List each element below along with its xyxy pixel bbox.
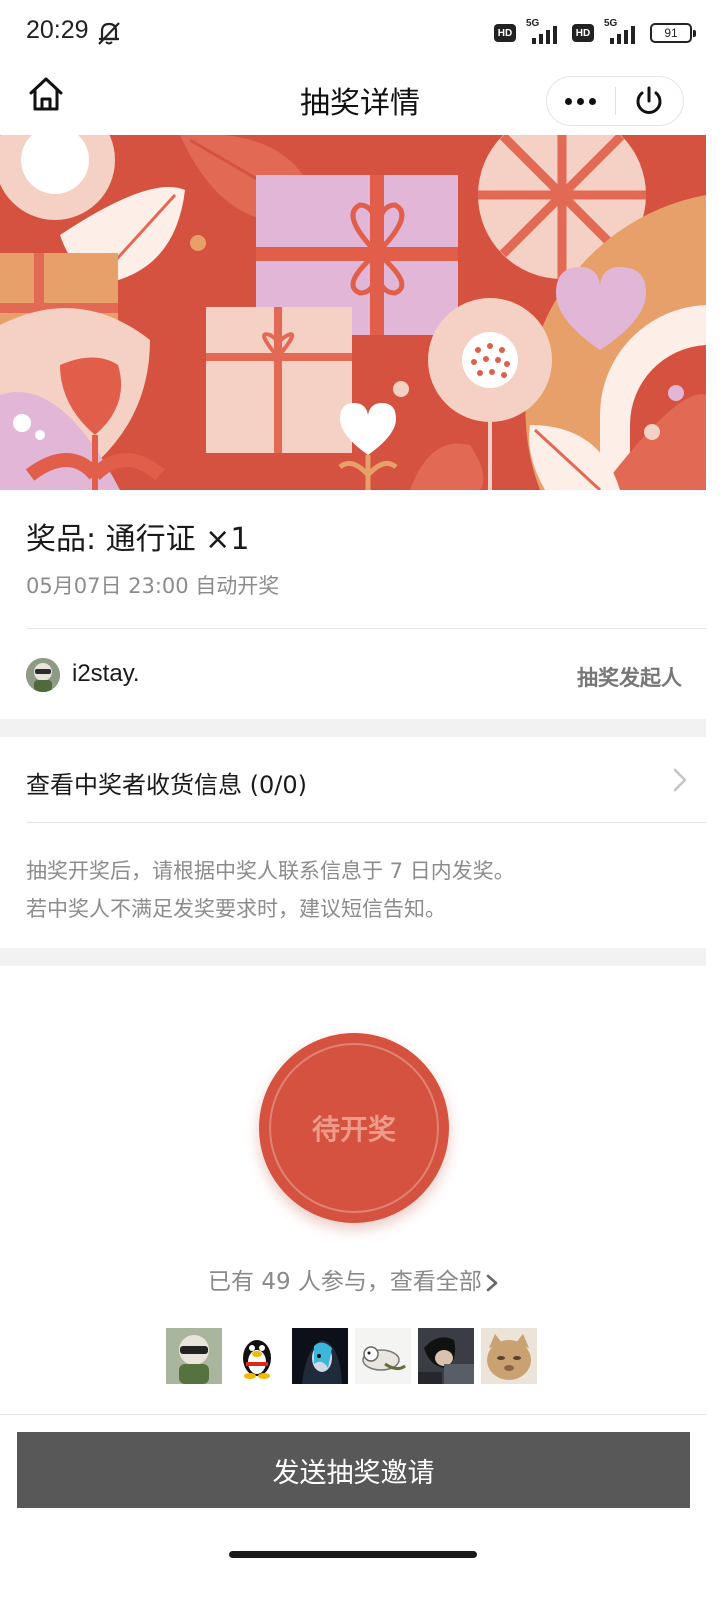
notice-text: 抽奖开奖后，请根据中奖人联系信息于 7 日内发奖。 若中奖人不满足发奖要求时，建… bbox=[26, 852, 515, 928]
participant-avatar[interactable] bbox=[418, 1328, 474, 1384]
participant-avatar[interactable] bbox=[229, 1328, 285, 1384]
participants-link[interactable]: 已有 49 人参与，查看全部 bbox=[0, 1262, 706, 1296]
draw-time: 05月07日 23:00 自动开奖 bbox=[26, 574, 280, 598]
section-gap bbox=[0, 948, 706, 966]
hd-badge: HD bbox=[494, 24, 516, 42]
winner-info-label: 查看中奖者收货信息 (0/0) bbox=[26, 771, 307, 799]
host-row[interactable]: i2stay. 抽奖发起人 bbox=[0, 640, 720, 712]
mini-program-capsule bbox=[546, 76, 684, 126]
host-avatar bbox=[26, 658, 60, 692]
avatar-image bbox=[481, 1328, 537, 1384]
battery-icon: 91 bbox=[650, 23, 696, 43]
prize-title: 奖品: 通行证 ×1 bbox=[26, 522, 250, 557]
more-dot-icon bbox=[577, 97, 585, 105]
battery-level: 91 bbox=[664, 26, 678, 40]
status-bar: 20:29 HD 5G HD 5G 91 bbox=[0, 0, 720, 64]
avatar-image bbox=[292, 1328, 348, 1384]
signal-icon: 5G bbox=[524, 18, 564, 46]
participant-avatar[interactable] bbox=[292, 1328, 348, 1384]
divider bbox=[26, 822, 706, 823]
host-role-label: 抽奖发起人 bbox=[577, 666, 682, 690]
avatar-image bbox=[166, 1328, 222, 1384]
send-invite-button[interactable]: 发送抽奖邀请 bbox=[17, 1432, 690, 1508]
participant-avatar[interactable] bbox=[166, 1328, 222, 1384]
notice-line: 抽奖开奖后，请根据中奖人联系信息于 7 日内发奖。 bbox=[26, 859, 515, 883]
chevron-right-icon bbox=[673, 768, 687, 792]
status-indicators: HD 5G HD 5G 91 bbox=[494, 18, 696, 48]
more-button[interactable] bbox=[547, 77, 615, 125]
more-dot-icon bbox=[589, 97, 597, 105]
home-indicator[interactable] bbox=[229, 1551, 477, 1558]
host-name: i2stay. bbox=[72, 660, 140, 687]
chevron-right-icon bbox=[486, 1274, 498, 1291]
more-dot-icon bbox=[565, 97, 573, 105]
winner-shipping-info-row[interactable]: 查看中奖者收货信息 (0/0) bbox=[0, 737, 720, 823]
hd-badge: HD bbox=[572, 24, 594, 42]
avatar-image bbox=[26, 658, 60, 692]
mute-bell-icon bbox=[98, 22, 120, 45]
divider bbox=[0, 1414, 706, 1415]
draw-status-label: 待开奖 bbox=[311, 1113, 396, 1146]
prize-banner-illustration bbox=[0, 135, 706, 490]
close-button[interactable] bbox=[616, 77, 684, 125]
divider bbox=[26, 628, 706, 629]
participant-avatar[interactable] bbox=[481, 1328, 537, 1384]
participants-text: 已有 49 人参与，查看全部 bbox=[208, 1269, 482, 1295]
avatar-image bbox=[355, 1328, 411, 1384]
avatar-image bbox=[229, 1328, 285, 1384]
avatar-image bbox=[418, 1328, 474, 1384]
pending-draw-button[interactable]: 待开奖 bbox=[259, 1033, 449, 1223]
section-gap bbox=[0, 719, 706, 737]
notice-line: 若中奖人不满足发奖要求时，建议短信告知。 bbox=[26, 897, 446, 921]
participant-avatar[interactable] bbox=[355, 1328, 411, 1384]
signal-icon: 5G bbox=[602, 18, 642, 46]
power-icon bbox=[636, 86, 662, 114]
nav-bar: 抽奖详情 bbox=[0, 64, 720, 136]
status-time: 20:29 bbox=[26, 16, 89, 44]
participant-avatars bbox=[166, 1328, 537, 1384]
